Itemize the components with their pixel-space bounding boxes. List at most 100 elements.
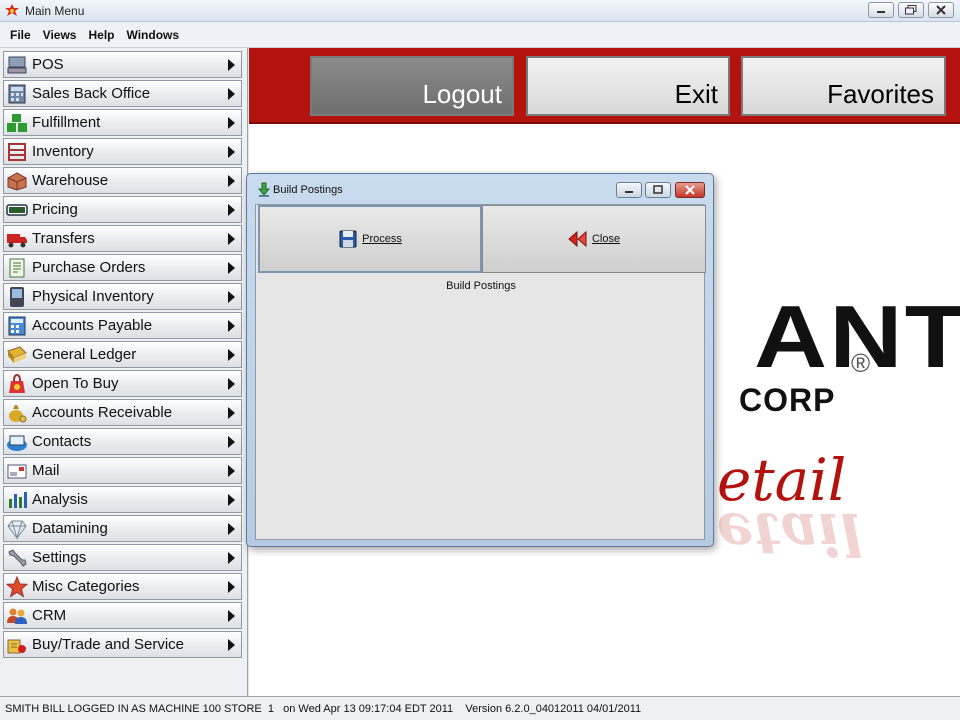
- nav-item-purchase-orders[interactable]: Purchase Orders: [3, 254, 242, 281]
- nav-label: Misc Categories: [32, 578, 140, 595]
- nav-label: Inventory: [32, 143, 94, 160]
- document-icon: [9, 258, 25, 277]
- nav-item-crm[interactable]: CRM: [3, 602, 242, 629]
- favorites-button[interactable]: Favorites: [741, 56, 946, 116]
- submenu-arrow-icon: [228, 493, 235, 506]
- close-label: Close: [591, 233, 621, 245]
- exit-button[interactable]: Exit: [526, 56, 730, 116]
- nav-item-inventory[interactable]: Inventory: [3, 138, 242, 165]
- envelope-icon: [7, 464, 27, 478]
- submenu-arrow-icon: [228, 464, 235, 477]
- submenu-arrow-icon: [228, 290, 235, 303]
- nav-label: Physical Inventory: [32, 288, 154, 305]
- dialog-minimize-button[interactable]: [616, 182, 642, 198]
- submenu-arrow-icon: [228, 406, 235, 419]
- submenu-arrow-icon: [228, 145, 235, 158]
- close-icon: [685, 185, 695, 195]
- nav-label: Warehouse: [32, 172, 109, 189]
- download-arrow-icon: [257, 182, 271, 197]
- dialog-close-button[interactable]: [675, 182, 705, 198]
- minimize-button[interactable]: [868, 2, 894, 18]
- nav-label: Analysis: [32, 491, 88, 508]
- nav-label: CRM: [32, 607, 67, 624]
- submenu-arrow-icon: [228, 261, 235, 274]
- nav-label: Settings: [32, 549, 87, 566]
- ledger-book-icon: [7, 345, 27, 363]
- nav-item-pos[interactable]: POS: [3, 51, 242, 78]
- nav-item-accounts-payable[interactable]: Accounts Payable: [3, 312, 242, 339]
- dialog-title: Build Postings: [273, 184, 343, 196]
- nav-label: Sales Back Office: [32, 85, 151, 102]
- dialog-caption: Build Postings: [446, 280, 516, 292]
- logout-button[interactable]: Logout: [310, 56, 514, 116]
- nav-item-datamining[interactable]: Datamining: [3, 515, 242, 542]
- nav-item-analysis[interactable]: Analysis: [3, 486, 242, 513]
- dialog-body: Process Close Build Postings: [255, 204, 706, 540]
- nav-label: Open To Buy: [32, 375, 119, 392]
- diamond-icon: [7, 520, 27, 540]
- nav-item-physical-inventory[interactable]: Physical Inventory: [3, 283, 242, 310]
- submenu-arrow-icon: [228, 551, 235, 564]
- submenu-arrow-icon: [228, 203, 235, 216]
- nav-item-pricing[interactable]: Pricing: [3, 196, 242, 223]
- calculator-icon: [8, 84, 26, 103]
- truck-icon: [7, 233, 27, 247]
- money-bag-icon: [9, 404, 27, 422]
- handheld-scanner-icon: [10, 286, 24, 307]
- menu-file[interactable]: File: [4, 28, 37, 42]
- nav-item-misc-categories[interactable]: Misc Categories: [3, 573, 242, 600]
- bar-chart-icon: [9, 491, 27, 508]
- nav-item-buy-trade-service[interactable]: Buy/Trade and Service: [3, 631, 242, 658]
- submenu-arrow-icon: [228, 58, 235, 71]
- price-tag-icon: [6, 203, 28, 216]
- submenu-arrow-icon: [228, 609, 235, 622]
- nav-item-warehouse[interactable]: Warehouse: [3, 167, 242, 194]
- box-icon: [7, 171, 27, 191]
- window-titlebar: Main Menu: [0, 0, 960, 22]
- submenu-arrow-icon: [228, 638, 235, 651]
- nav-label: Fulfillment: [32, 114, 101, 131]
- restore-button[interactable]: [898, 2, 924, 18]
- submenu-arrow-icon: [228, 319, 235, 332]
- nav-item-mail[interactable]: Mail: [3, 457, 242, 484]
- logo-tagline-reflection: etail: [717, 500, 863, 568]
- nav-item-general-ledger[interactable]: General Ledger: [3, 341, 242, 368]
- submenu-arrow-icon: [228, 174, 235, 187]
- nav-item-fulfillment[interactable]: Fulfillment: [3, 109, 242, 136]
- nav-item-transfers[interactable]: Transfers: [3, 225, 242, 252]
- menu-views[interactable]: Views: [37, 28, 83, 42]
- company-logo-corp: CORP: [739, 382, 836, 418]
- nav-label: Transfers: [32, 230, 95, 247]
- nav-label: Pricing: [32, 201, 78, 218]
- menu-windows[interactable]: Windows: [121, 28, 186, 42]
- back-arrows-icon: [568, 230, 587, 248]
- nav-label: General Ledger: [32, 346, 137, 363]
- registered-mark: ®: [851, 348, 871, 378]
- dialog-restore-button[interactable]: [645, 182, 671, 198]
- submenu-arrow-icon: [228, 522, 235, 535]
- rolodex-icon: [7, 435, 27, 451]
- process-button[interactable]: Process: [258, 205, 482, 273]
- restore-icon: [905, 5, 917, 15]
- minimize-icon: [625, 191, 633, 193]
- submenu-arrow-icon: [228, 232, 235, 245]
- close-button[interactable]: [928, 2, 954, 18]
- dialog-close-action-button[interactable]: Close: [482, 205, 706, 273]
- submenu-arrow-icon: [228, 87, 235, 100]
- nav-label: Purchase Orders: [32, 259, 146, 276]
- app-icon: [5, 4, 19, 16]
- menu-help[interactable]: Help: [82, 28, 120, 42]
- pos-terminal-icon: [7, 56, 27, 73]
- window-title: Main Menu: [25, 4, 85, 18]
- submenu-arrow-icon: [228, 348, 235, 361]
- nav-item-sales-back-office[interactable]: Sales Back Office: [3, 80, 242, 107]
- nav-item-contacts[interactable]: Contacts: [3, 428, 242, 455]
- process-label: Process: [362, 233, 402, 245]
- minimize-icon: [877, 11, 885, 13]
- submenu-arrow-icon: [228, 377, 235, 390]
- people-icon: [7, 608, 27, 624]
- nav-item-open-to-buy[interactable]: Open To Buy: [3, 370, 242, 397]
- nav-item-settings[interactable]: Settings: [3, 544, 242, 571]
- left-navigation: POS Sales Back Office Fulfillment Invent…: [0, 48, 248, 696]
- nav-item-accounts-receivable[interactable]: Accounts Receivable: [3, 399, 242, 426]
